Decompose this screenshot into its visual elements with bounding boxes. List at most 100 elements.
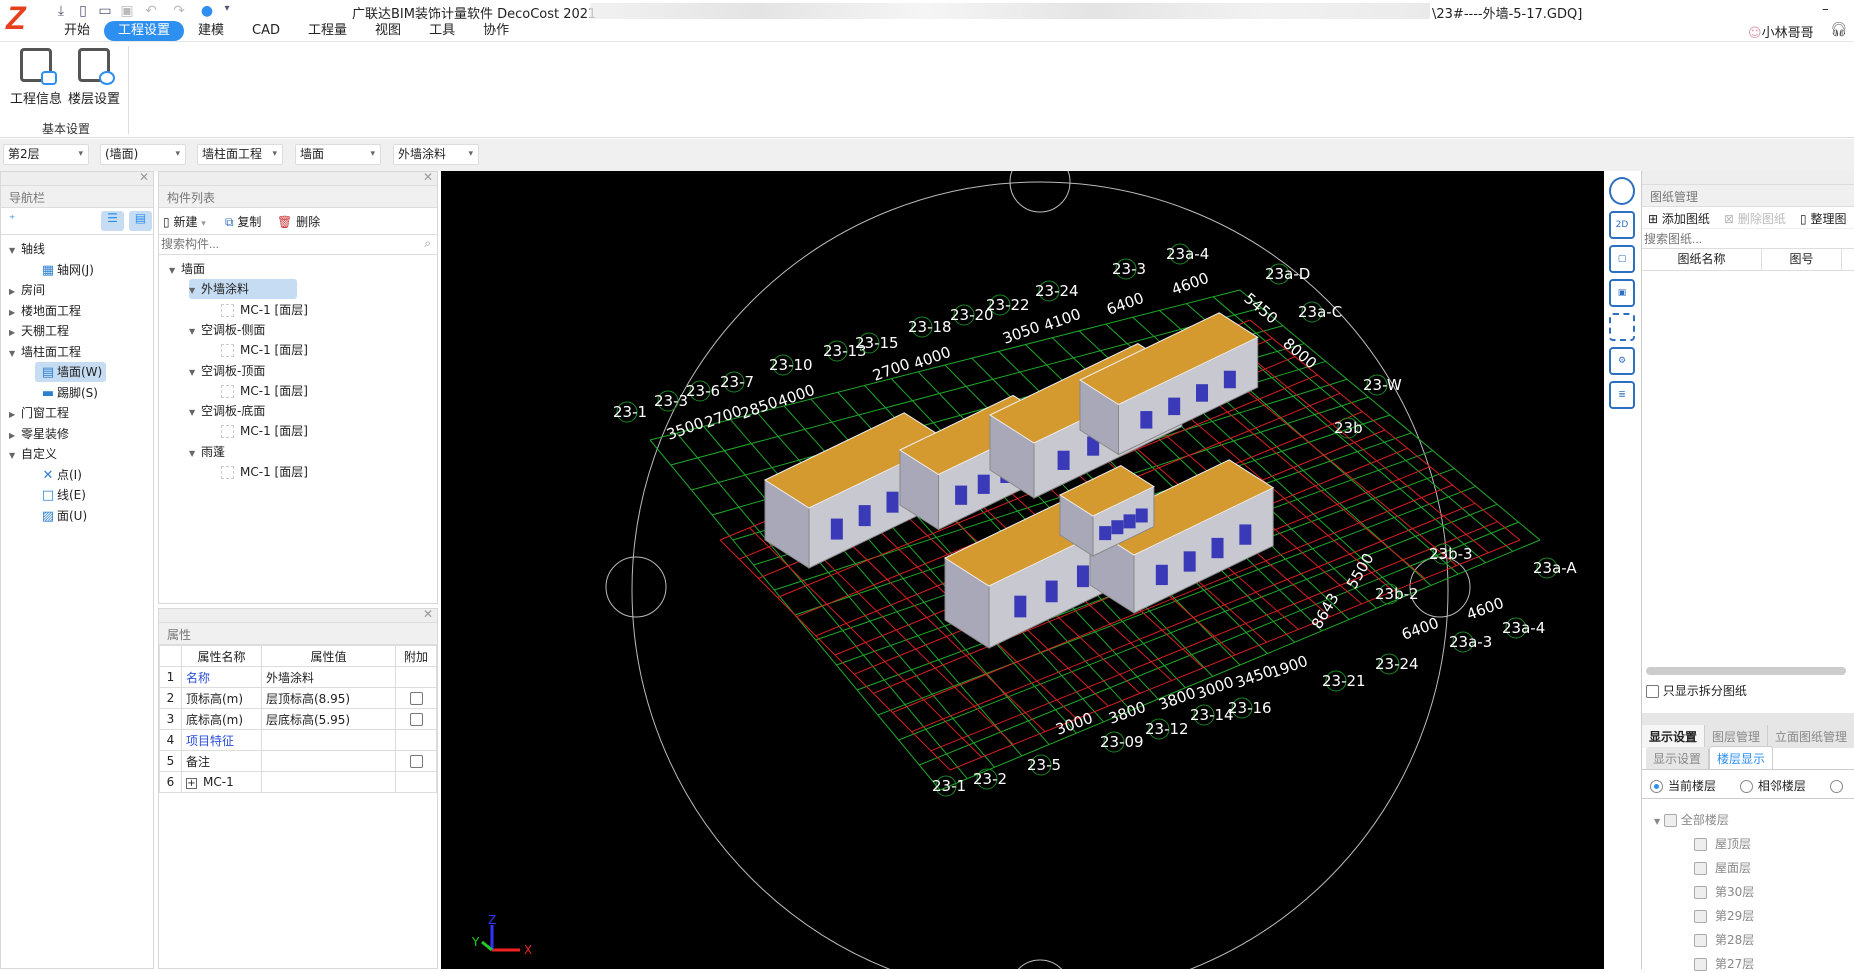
floor-item[interactable]: 第28层 (1694, 931, 1754, 948)
close-icon[interactable]: ✕ (423, 607, 433, 621)
floor-item[interactable]: 屋面层 (1694, 859, 1751, 876)
horizontal-scrollbar[interactable] (1646, 667, 1846, 675)
close-icon[interactable]: ✕ (139, 170, 149, 184)
headset-icon[interactable]: 🎧︎ (1830, 22, 1848, 38)
checkbox[interactable] (1663, 814, 1677, 827)
floor-item[interactable]: 屋顶层 (1694, 835, 1751, 852)
table-row[interactable]: 5 备注 (159, 750, 437, 772)
fit-view-icon[interactable] (1609, 313, 1635, 341)
nav-item[interactable]: □ 线(E) (35, 485, 90, 505)
radio[interactable] (1739, 780, 1753, 793)
tab-elevation-drawings[interactable]: 立面图纸管理 (1768, 725, 1854, 748)
caret-down-icon[interactable]: ▼ (9, 241, 21, 261)
search-icon[interactable]: ⌕ (424, 236, 431, 251)
nav-item[interactable]: ▼ 墙柱面工程 (9, 342, 81, 362)
caret-right-icon[interactable]: ▶ (9, 405, 21, 425)
3d-view-icon[interactable]: ▣ (1609, 279, 1635, 307)
radio-current-floor[interactable]: 当前楼层 (1650, 779, 1716, 793)
save-icon[interactable]: ▣ (118, 3, 136, 19)
table-row[interactable]: 1 名称 外墙涂料 (159, 666, 437, 688)
component-item[interactable]: ▼ 空调板-底面 (189, 401, 265, 421)
property-value[interactable]: 层底标高(5.95) (261, 708, 396, 730)
tab-modeling[interactable]: 建模 (184, 21, 238, 41)
minimize-button[interactable]: – (1822, 2, 1829, 17)
undo-icon[interactable]: ↶ (142, 3, 160, 19)
all-floors-row[interactable]: ▼ 全部楼层 (1654, 811, 1729, 828)
tab-tools[interactable]: 工具 (415, 21, 469, 41)
tab-view[interactable]: 视图 (361, 21, 415, 41)
nav-item[interactable]: ▼ 自定义 (9, 444, 57, 464)
redo-icon[interactable]: ↷ (170, 3, 188, 19)
2d-view-icon[interactable]: 2D (1609, 211, 1635, 239)
checkbox[interactable] (409, 692, 423, 705)
tab-project-settings[interactable]: 工程设置 (104, 21, 185, 41)
nav-item[interactable]: ▶ 房间 (9, 280, 45, 300)
property-value[interactable]: 外墙涂料 (261, 666, 396, 688)
tab-display-settings[interactable]: 显示设置 (1642, 725, 1706, 748)
checkbox[interactable] (409, 713, 423, 726)
component-item[interactable]: MC-1 [面层] (221, 381, 308, 401)
user-name[interactable]: ☺小林哥哥 (1748, 22, 1814, 41)
delete-button[interactable]: 🗑︎ 删除 (277, 213, 320, 230)
component-item[interactable]: ▼ 雨蓬 (189, 442, 225, 462)
new-button[interactable]: ▯ 新建 ▾ (163, 213, 206, 230)
checkbox[interactable] (1694, 910, 1707, 923)
settings-view-icon[interactable]: ⚙ (1609, 347, 1635, 375)
orbit-handle[interactable] (1009, 151, 1071, 213)
element-type-select[interactable]: 墙面 (295, 144, 381, 165)
caret-down-icon[interactable]: ▼ (169, 261, 181, 281)
component-item[interactable]: MC-1 [面层] (221, 300, 308, 320)
orbit-handle[interactable] (1010, 959, 1070, 972)
checkbox[interactable] (409, 755, 423, 768)
customize-icon[interactable]: ▾ (218, 3, 236, 14)
caret-right-icon[interactable]: ▶ (9, 282, 21, 302)
orbit-icon[interactable] (1609, 177, 1635, 205)
component-select[interactable]: 外墙涂料 (393, 144, 479, 165)
checkbox[interactable] (1694, 934, 1707, 947)
floor-select[interactable]: 第2层 (3, 144, 89, 165)
table-row[interactable]: 4 项目特征 (159, 729, 437, 751)
orbit-handle[interactable] (1409, 556, 1471, 618)
caret-down-icon[interactable]: ▼ (9, 344, 21, 364)
property-value[interactable] (261, 750, 396, 772)
caret-right-icon[interactable]: ▶ (9, 303, 21, 323)
pin-icon[interactable]: ⁺ (9, 212, 15, 226)
floor-item[interactable]: 第27层 (1694, 955, 1754, 972)
table-row[interactable]: 3 底标高(m) 层底标高(5.95) (159, 708, 437, 730)
nav-item[interactable]: ▶ 零星装修 (9, 424, 69, 444)
properties-icon[interactable]: ≣ (1609, 381, 1635, 409)
nav-item[interactable]: ▶ 天棚工程 (9, 321, 69, 341)
radio[interactable] (1829, 780, 1843, 793)
organize-drawing-button[interactable]: ▯ 整理图 (1800, 210, 1846, 227)
save-down-icon[interactable]: ⤓ (52, 3, 70, 19)
caret-down-icon[interactable]: ▼ (189, 281, 201, 301)
list-view-icon[interactable]: ☰ (101, 211, 124, 231)
checkbox[interactable] (1694, 862, 1707, 875)
checkbox[interactable] (1694, 838, 1707, 851)
close-icon[interactable]: ✕ (423, 170, 433, 184)
tab-quantity[interactable]: 工程量 (294, 21, 361, 41)
property-value[interactable] (261, 729, 396, 751)
checkbox[interactable] (1694, 886, 1707, 899)
component-item[interactable]: ▼ 外墙涂料 (189, 279, 298, 301)
drawing-search-input[interactable] (1642, 229, 1854, 249)
open-folder-icon[interactable]: ▭ (96, 3, 114, 19)
checkbox[interactable] (1694, 958, 1707, 971)
nav-item[interactable]: ▼ 轴线 (9, 239, 45, 259)
tab-layer-management[interactable]: 图层管理 (1705, 725, 1769, 748)
nav-item[interactable]: ▨ 面(U) (35, 506, 91, 526)
nav-item[interactable]: ▶ 楼地面工程 (9, 301, 81, 321)
component-item[interactable]: ▼ 空调板-侧面 (189, 320, 265, 340)
component-item[interactable]: MC-1 [面层] (221, 421, 308, 441)
tab-start[interactable]: 开始 (50, 21, 104, 41)
radio[interactable] (1650, 780, 1663, 793)
caret-right-icon[interactable]: ▶ (9, 426, 21, 446)
property-value[interactable] (261, 771, 396, 793)
radio-adjacent-floor[interactable]: 相邻楼层 (1739, 779, 1806, 793)
subtab-floor-display[interactable]: 楼层显示 (1709, 746, 1774, 770)
nav-item[interactable]: ▶ 门窗工程 (9, 403, 69, 423)
floor-settings-button[interactable]: 楼层设置 (66, 48, 122, 107)
component-item[interactable]: MC-1 [面层] (221, 340, 308, 360)
table-row[interactable]: 6 + MC-1 (159, 771, 437, 793)
nav-item[interactable]: ▬ 踢脚(S) (35, 383, 102, 403)
